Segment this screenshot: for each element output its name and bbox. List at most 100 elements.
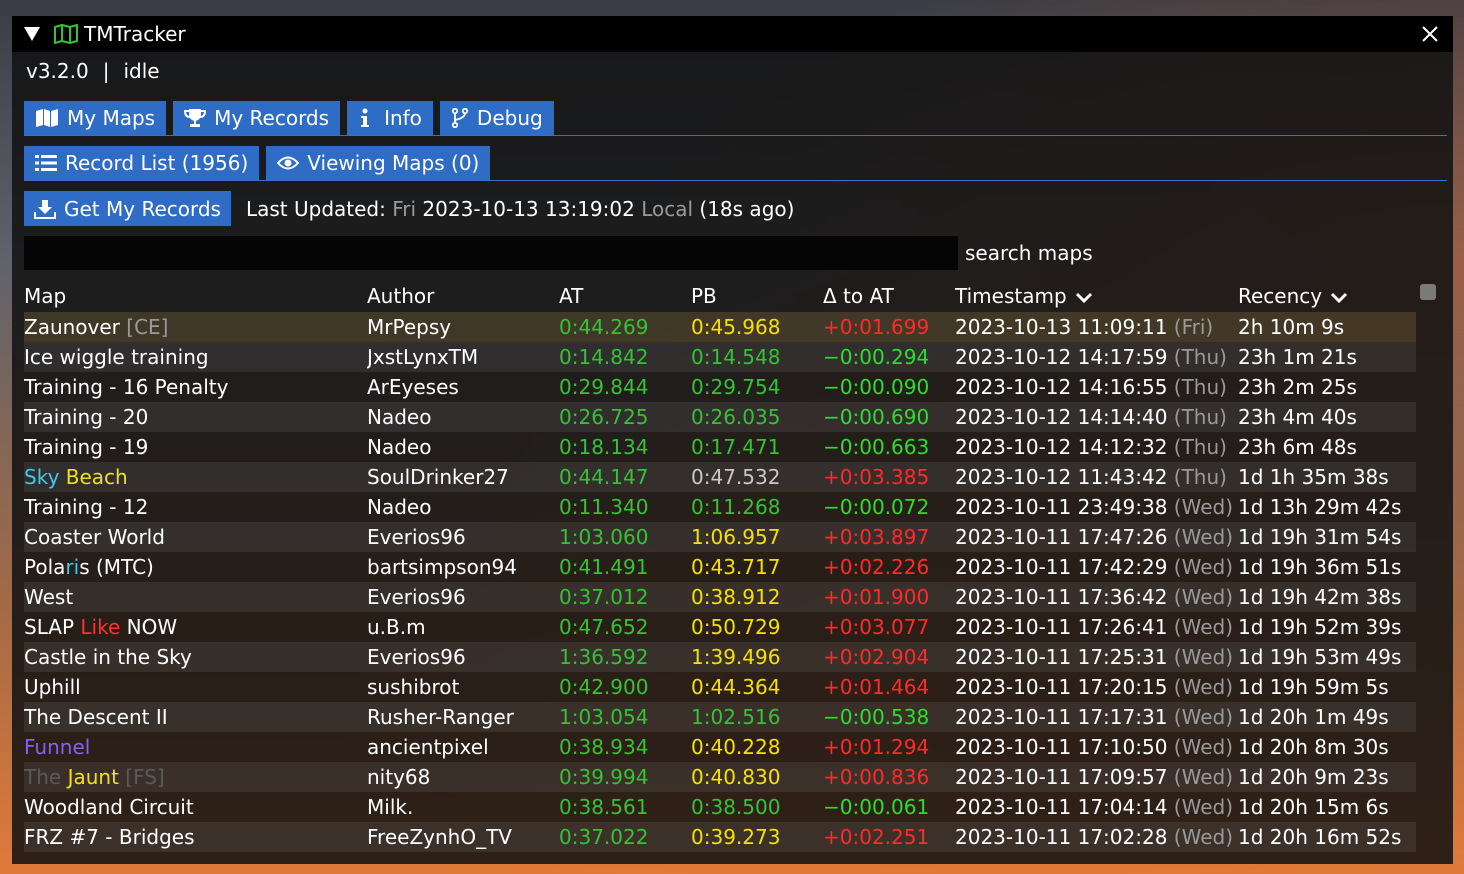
at-cell: 0:38.561	[559, 795, 649, 819]
col-author[interactable]: Author	[367, 280, 559, 312]
recency-cell: 2h 10m 9s	[1238, 312, 1416, 342]
recency-cell: 1d 20h 8m 30s	[1238, 735, 1389, 759]
timestamp-value: 2023-10-11 17:20:15	[955, 675, 1168, 699]
col-timestamp[interactable]: Timestamp	[955, 280, 1238, 312]
delta-cell: −0:00.090	[823, 375, 930, 399]
map-name-segment: NOW	[120, 615, 178, 639]
pb-cell: 0:14.548	[691, 342, 823, 372]
search-input[interactable]	[24, 236, 958, 270]
table-row[interactable]: Uphill sushibrot 0:42.900 0:44.364 +0:01.464…	[24, 672, 1416, 702]
tab-my-records[interactable]: My Records	[173, 101, 341, 135]
at-cell: 0:18.134	[559, 435, 649, 459]
tab-viewing-maps[interactable]: Viewing Maps (0)	[266, 146, 491, 180]
map-name-segment: SLAP	[24, 615, 81, 639]
delta-cell: +0:01.900	[823, 582, 955, 612]
download-icon	[34, 199, 56, 219]
table-row[interactable]: Training - 20 Nadeo 0:26.725 0:26.035 −0:00.…	[24, 402, 1416, 432]
table-row[interactable]: The Descent II Rusher-Ranger 1:03.054 1:02.…	[24, 702, 1416, 732]
map-cell: West	[24, 582, 367, 612]
last-updated-label: Last Updated:	[245, 196, 386, 221]
pb-cell: 0:43.717	[691, 555, 781, 579]
map-name-segment: Jaunt	[67, 765, 119, 789]
timestamp-day: (Wed)	[1173, 615, 1233, 639]
author-cell: Milk.	[367, 795, 414, 819]
delta-cell: −0:00.690	[823, 402, 955, 432]
col-recency[interactable]: Recency	[1238, 280, 1416, 312]
timestamp-cell: 2023-10-11 17:17:31 (Wed)	[955, 702, 1238, 732]
recency-cell: 23h 4m 40s	[1238, 402, 1416, 432]
get-my-records-label: Get My Records	[64, 196, 221, 221]
table-row[interactable]: Woodland Circuit Milk. 0:38.561 0:38.500 −0:…	[24, 792, 1416, 822]
version-label: v3.2.0	[26, 59, 89, 83]
tab-record-list[interactable]: Record List (1956)	[24, 146, 260, 180]
author-cell: JxstLynxTM	[367, 342, 559, 372]
timestamp-value: 2023-10-12 14:17:59	[955, 345, 1168, 369]
delta-cell: +0:02.226	[823, 555, 930, 579]
timestamp-day: (Wed)	[1173, 495, 1233, 519]
scrollbar-thumb[interactable]	[1420, 284, 1436, 300]
at-cell: 1:03.060	[559, 522, 691, 552]
table-row[interactable]: Polaris (MTC) bartsimpson94 0:41.491 0:43.7…	[24, 552, 1416, 582]
at-cell: 1:36.592	[559, 642, 691, 672]
tab-info[interactable]: Info	[347, 101, 433, 135]
table-row[interactable]: FRZ #7 - Bridges FreeZynhO_TV 0:37.022 0:39…	[24, 822, 1416, 852]
collapse-arrow-icon[interactable]	[24, 27, 40, 41]
timestamp-value: 2023-10-11 17:36:42	[955, 585, 1168, 609]
at-cell: 0:38.934	[559, 735, 649, 759]
map-name-segment: West	[24, 585, 74, 609]
timestamp-value: 2023-10-11 23:49:38	[955, 495, 1168, 519]
map-name-segment: Sky	[24, 465, 66, 489]
table-row[interactable]: Ice wiggle training JxstLynxTM 0:14.842 0:1…	[24, 342, 1416, 372]
map-icon	[54, 24, 78, 44]
table-row[interactable]: Castle in the Sky Everios96 1:36.592 1:39.4…	[24, 642, 1416, 672]
table-row[interactable]: Training - 16 Penalty ArEyeses 0:29.844 0:2…	[24, 372, 1416, 402]
timestamp-day: (Wed)	[1173, 555, 1233, 579]
author-cell: sushibrot	[367, 675, 460, 699]
tab-my-maps[interactable]: My Maps	[24, 101, 167, 135]
timestamp-cell: 2023-10-12 11:43:42 (Thu)	[955, 462, 1238, 492]
table-row[interactable]: Training - 12 Nadeo 0:11.340 0:11.268 −0:00.…	[24, 492, 1416, 522]
at-cell: 0:47.652	[559, 615, 649, 639]
tab-debug[interactable]: Debug	[439, 101, 554, 135]
col-timestamp-label: Timestamp	[955, 284, 1067, 308]
table-row[interactable]: Training - 19 Nadeo 0:18.134 0:17.471 −0:00.…	[24, 432, 1416, 462]
map-name-segment: Pola	[24, 555, 66, 579]
timestamp-cell: 2023-10-12 14:17:59 (Thu)	[955, 342, 1238, 372]
map-cell: SLAP Like NOW	[24, 612, 367, 642]
col-at[interactable]: AT	[559, 280, 691, 312]
tab-label: Record List (1956)	[65, 151, 249, 175]
map-name-segment: Castle in the Sky	[24, 645, 192, 669]
map-cell: Funnel	[24, 732, 367, 762]
table-row[interactable]: SLAP Like NOW u.B.m 0:47.652 0:50.729 +0:03.…	[24, 612, 1416, 642]
records-table: Map Author AT PB Δ to AT Timestamp Recen…	[24, 280, 1416, 852]
close-icon[interactable]	[1419, 23, 1441, 45]
timestamp-value: 2023-10-13 11:09:11	[955, 315, 1168, 339]
table-row[interactable]: Funnel ancientpixel 0:38.934 0:40.228 +0:01.…	[24, 732, 1416, 762]
timestamp-value: 2023-10-12 14:12:32	[955, 435, 1168, 459]
author-cell: bartsimpson94	[367, 555, 517, 579]
table-row[interactable]: The Jaunt [FS] nity68 0:39.994 0:40.830 +0:0…	[24, 762, 1416, 792]
recency-cell: 23h 1m 21s	[1238, 342, 1416, 372]
map-name-segment: Uphill	[24, 675, 81, 699]
table-row[interactable]: Sky Beach SoulDrinker27 0:44.147 0:47.532 +0…	[24, 462, 1416, 492]
get-my-records-button[interactable]: Get My Records	[24, 191, 231, 226]
timestamp-cell: 2023-10-11 17:20:15 (Wed)	[955, 672, 1238, 702]
timestamp-cell: 2023-10-11 17:47:26 (Wed)	[955, 522, 1238, 552]
col-map[interactable]: Map	[24, 280, 367, 312]
timestamp-cell: 2023-10-12 14:12:32 (Thu)	[955, 432, 1238, 462]
main-tabs: My Maps My Records Info Debug	[24, 101, 554, 135]
map-cell: The Jaunt [FS]	[24, 762, 367, 792]
col-pb[interactable]: PB	[691, 280, 823, 312]
timestamp-day: (Wed)	[1173, 705, 1233, 729]
timestamp-cell: 2023-10-11 17:25:31 (Wed)	[955, 642, 1238, 672]
timestamp-day: (Wed)	[1173, 735, 1233, 759]
last-updated-zone: Local	[641, 196, 694, 221]
table-row[interactable]: Zaunover [CE] MrPepsy 0:44.269 0:45.968 +0:0…	[24, 312, 1416, 342]
author-cell: Everios96	[367, 582, 559, 612]
col-delta[interactable]: Δ to AT	[823, 280, 955, 312]
tab-label: My Maps	[67, 106, 156, 130]
table-row[interactable]: Coaster World Everios96 1:03.060 1:06.957 +0…	[24, 522, 1416, 552]
map-name-segment: [CE]	[126, 315, 169, 339]
table-row[interactable]: West Everios96 0:37.012 0:38.912 +0:01.900 20…	[24, 582, 1416, 612]
delta-cell: +0:03.077	[823, 615, 930, 639]
